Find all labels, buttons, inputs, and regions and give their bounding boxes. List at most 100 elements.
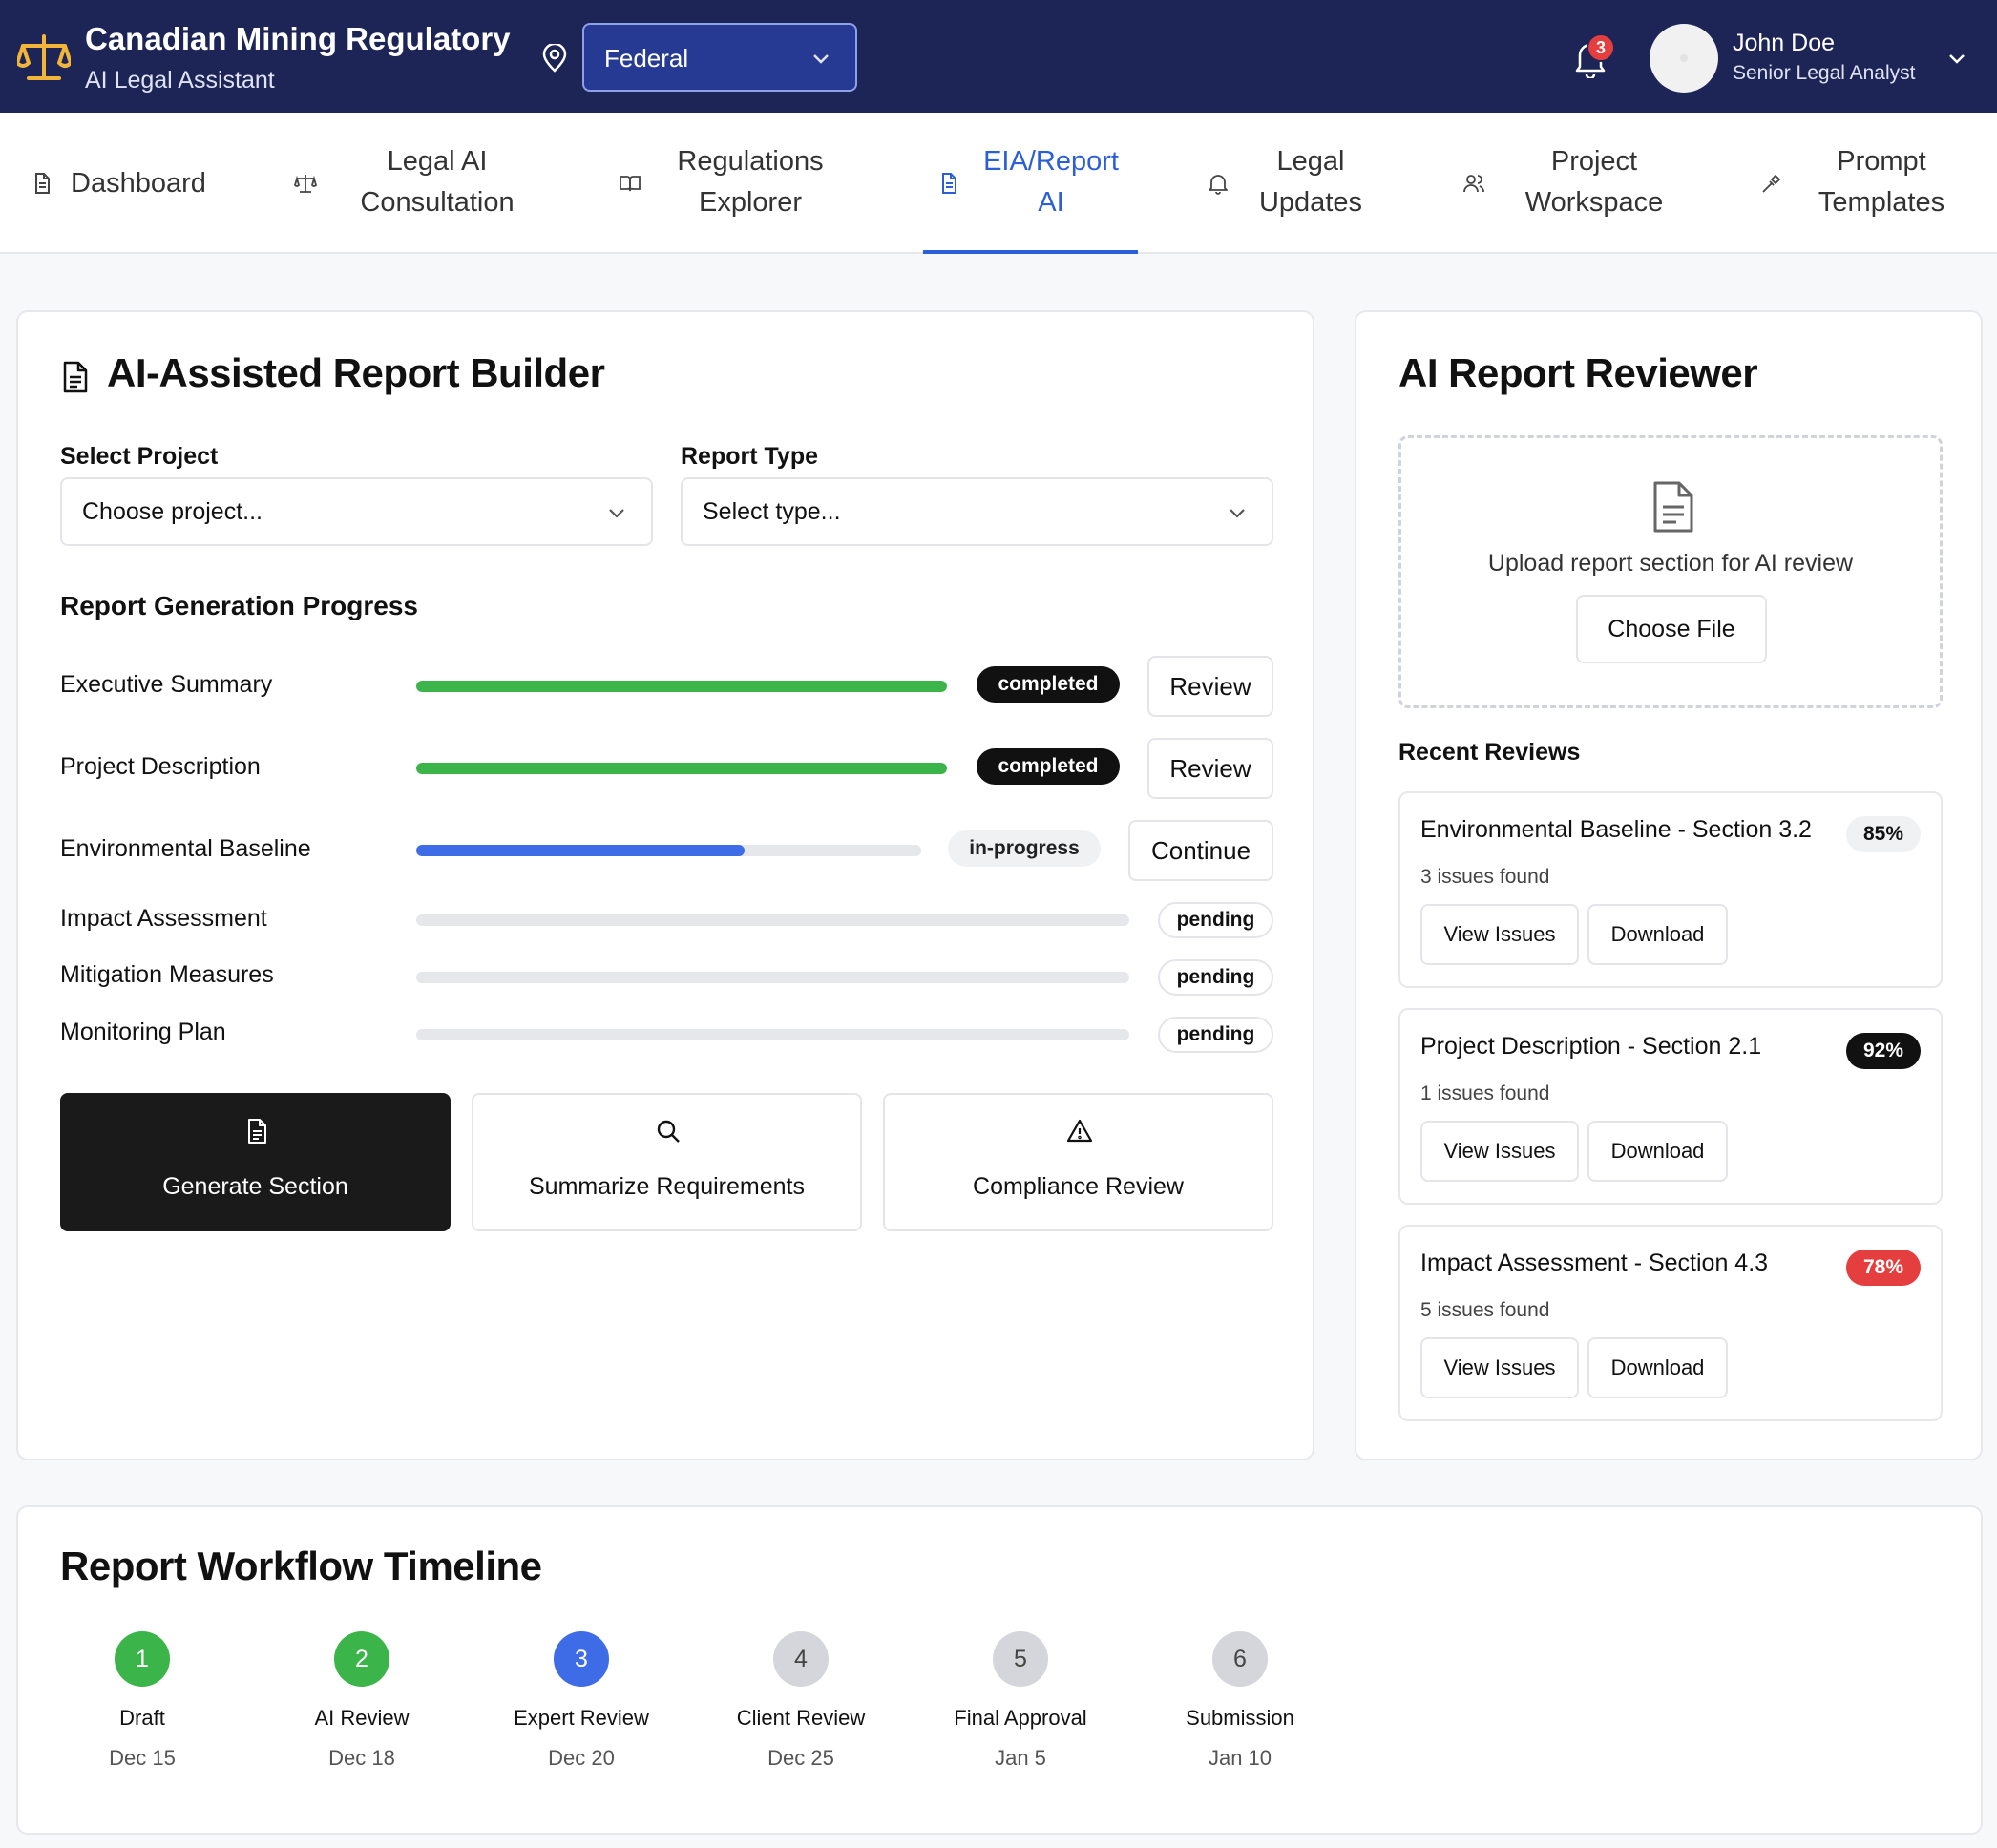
bell-icon [1209, 175, 1228, 195]
status-badge: completed [977, 666, 1120, 703]
tab-label: EIA/Report [983, 146, 1119, 177]
progress-bar [416, 1029, 1129, 1040]
file-text-icon [248, 1119, 266, 1144]
review-issues-count: 5 issues found [1420, 1299, 1550, 1321]
progress-bar [416, 914, 1129, 926]
notification-badge: 3 [1587, 33, 1615, 62]
review-score-badge: 92% [1845, 1033, 1921, 1069]
status-badge: pending [1158, 902, 1273, 938]
progress-bar [416, 681, 947, 692]
chevron-down-icon [813, 54, 829, 64]
tab-prompt-templates[interactable]: Prompt Templates [1758, 113, 1970, 254]
continue-section-button[interactable]: Continue [1128, 820, 1273, 881]
choose-file-button[interactable]: Choose File [1576, 595, 1767, 663]
tab-legal-ai-consultation[interactable]: Legal AI Consultation [292, 113, 540, 254]
tab-label-line2: Consultation [360, 187, 515, 218]
view-issues-button[interactable]: View Issues [1420, 904, 1579, 965]
step-number: 3 [554, 1631, 609, 1687]
step-date: Dec 18 [328, 1746, 395, 1770]
upload-dropzone[interactable]: Upload report section for AI review Choo… [1398, 435, 1943, 708]
status-badge: completed [977, 748, 1120, 785]
report-type-select-value: Select type... [703, 498, 841, 525]
tab-label-line2: Updates [1258, 187, 1362, 218]
review-section-button[interactable]: Review [1147, 738, 1273, 799]
active-tab-indicator [923, 250, 1138, 254]
jurisdiction-select[interactable]: Federal [582, 23, 857, 92]
top-header: Canadian Mining Regulatory AI Legal Assi… [0, 0, 1997, 113]
users-icon [1463, 175, 1484, 193]
review-score-badge: 85% [1845, 816, 1921, 852]
review-title: Environmental Baseline - Section 3.2 [1420, 816, 1812, 843]
tab-label: Dashboard [71, 168, 206, 199]
scale-icon [294, 175, 317, 193]
app-title: Canadian Mining Regulatory [85, 21, 511, 56]
step-name: Final Approval [954, 1706, 1087, 1730]
step-name: Client Review [736, 1706, 866, 1730]
status-badge: pending [1158, 959, 1273, 996]
compliance-review-button[interactable]: Compliance Review [883, 1093, 1273, 1231]
download-button[interactable]: Download [1587, 1337, 1728, 1398]
view-issues-button[interactable]: View Issues [1420, 1121, 1579, 1182]
review-item: Impact Assessment - Section 4.3 78% 5 is… [1398, 1225, 1943, 1421]
tab-legal-updates[interactable]: Legal Updates [1205, 113, 1377, 254]
step-date: Jan 10 [1208, 1746, 1272, 1770]
tab-label: Legal AI [387, 146, 488, 177]
tab-label: Project [1550, 146, 1638, 177]
main-nav: Dashboard Legal AI Consultation Regulati… [0, 113, 1997, 254]
step-number: 6 [1212, 1631, 1268, 1687]
tab-dashboard[interactable]: Dashboard [29, 113, 229, 254]
project-select[interactable]: Choose project... [60, 477, 653, 546]
tab-label: Prompt [1837, 146, 1926, 177]
step-name: Draft [119, 1706, 165, 1730]
review-section-button[interactable]: Review [1147, 656, 1273, 717]
app-subtitle: AI Legal Assistant [85, 67, 275, 94]
section-name: Project Description [60, 753, 261, 780]
tab-eia-report-ai[interactable]: EIA/Report AI [935, 113, 1138, 254]
view-issues-button[interactable]: View Issues [1420, 1337, 1579, 1398]
search-icon [657, 1120, 680, 1143]
book-open-icon [620, 176, 641, 192]
review-issues-count: 3 issues found [1420, 866, 1550, 888]
alert-triangle-icon [1066, 1119, 1093, 1143]
review-score-badge: 78% [1845, 1250, 1921, 1286]
step-name: Submission [1186, 1706, 1294, 1730]
file-text-icon [942, 173, 956, 194]
summarize-requirements-button[interactable]: Summarize Requirements [472, 1093, 862, 1231]
step-number: 4 [773, 1631, 829, 1687]
step-date: Dec 15 [109, 1746, 176, 1770]
report-reviewer-card: AI Report Reviewer Upload report section… [1355, 310, 1983, 1460]
step-number: 2 [334, 1631, 389, 1687]
generate-section-button[interactable]: Generate Section [60, 1093, 451, 1231]
reviewer-title: AI Report Reviewer [1398, 350, 1758, 395]
scale-logo-icon [17, 34, 71, 80]
tab-label-line2: AI [1038, 187, 1064, 218]
step-number: 1 [115, 1631, 170, 1687]
user-role: Senior Legal Analyst [1733, 62, 1916, 84]
report-type-select[interactable]: Select type... [681, 477, 1273, 546]
review-title: Impact Assessment - Section 4.3 [1420, 1250, 1769, 1276]
report-type-label: Report Type [681, 443, 818, 470]
section-name: Mitigation Measures [60, 961, 274, 988]
project-select-value: Choose project... [82, 498, 263, 525]
avatar[interactable] [1650, 24, 1718, 93]
progress-bar [416, 972, 1129, 983]
review-title: Project Description - Section 2.1 [1420, 1033, 1762, 1060]
tab-label: Legal [1276, 146, 1345, 177]
timeline-title: Report Workflow Timeline [60, 1544, 542, 1588]
download-button[interactable]: Download [1587, 1121, 1728, 1182]
action-label: Summarize Requirements [529, 1173, 805, 1200]
step-number: 5 [993, 1631, 1048, 1687]
wand-icon [1762, 175, 1780, 193]
status-badge: in-progress [948, 830, 1101, 867]
user-menu-chevron-icon[interactable] [1947, 52, 1966, 65]
progress-fill [416, 845, 745, 856]
builder-title: AI-Assisted Report Builder [107, 350, 605, 395]
map-pin-icon [542, 44, 567, 73]
progress-fill [416, 681, 947, 692]
upload-instructions: Upload report section for AI review [1487, 550, 1854, 577]
tab-regulations-explorer[interactable]: Regulations Explorer [617, 113, 846, 254]
download-button[interactable]: Download [1587, 904, 1728, 965]
section-name: Monitoring Plan [60, 1018, 226, 1045]
tab-project-workspace[interactable]: Project Workspace [1461, 113, 1680, 254]
section-name: Environmental Baseline [60, 835, 311, 862]
